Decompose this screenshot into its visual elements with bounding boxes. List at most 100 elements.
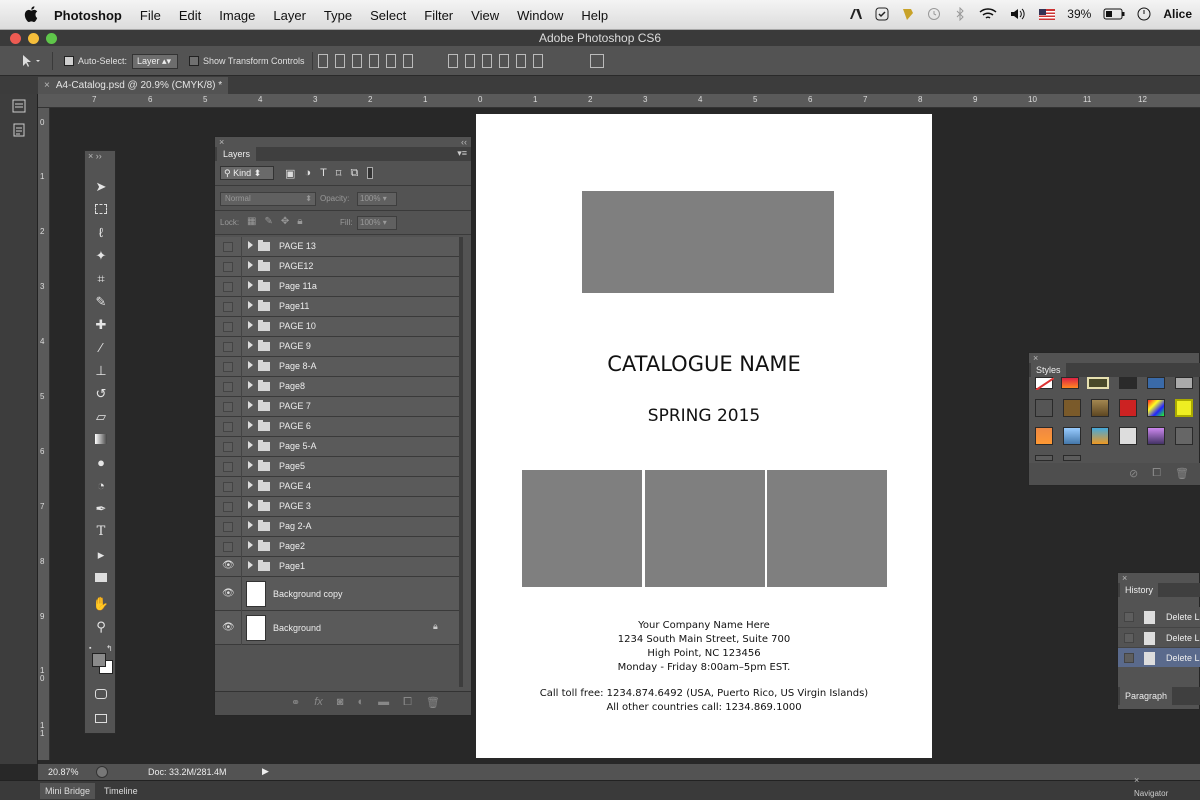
layers-close-icon[interactable]: ×	[219, 137, 224, 147]
distribute-hcenter-icon[interactable]	[516, 54, 526, 68]
layer-group-row[interactable]: Page2	[215, 537, 459, 557]
hand-tool-icon[interactable]: ✋	[92, 596, 110, 612]
menu-type[interactable]: Type	[324, 8, 352, 23]
delete-layer-icon[interactable]: 🗑︎	[426, 696, 440, 709]
opacity-input[interactable]: 100% ▾	[357, 192, 397, 206]
style-swatch[interactable]	[1063, 455, 1081, 461]
document-tab[interactable]: × A4-Catalog.psd @ 20.9% (CMYK/8) *	[38, 77, 228, 94]
minimize-window-button[interactable]	[28, 33, 39, 44]
expand-arrow-icon[interactable]	[248, 321, 253, 329]
menu-select[interactable]: Select	[370, 8, 406, 23]
mini-bridge-tab[interactable]: Mini Bridge	[40, 783, 96, 799]
properties-dock-icon[interactable]	[12, 123, 26, 137]
auto-select-checkbox[interactable]	[64, 56, 74, 66]
menu-photoshop[interactable]: Photoshop	[54, 8, 122, 23]
visibility-toggle[interactable]	[223, 282, 233, 292]
navigator-close-icon[interactable]: ×	[1134, 775, 1139, 785]
distribute-bottom-icon[interactable]	[482, 54, 492, 68]
layer-group-row[interactable]: Page 5-A	[215, 437, 459, 457]
style-swatch[interactable]	[1175, 399, 1193, 417]
eye-icon[interactable]: 👁︎	[222, 588, 235, 599]
layers-tab[interactable]: Layers	[217, 147, 257, 161]
distribute-top-icon[interactable]	[448, 54, 458, 68]
align-right-icon[interactable]	[403, 54, 413, 68]
style-swatch[interactable]	[1087, 377, 1109, 389]
pen-tool-icon[interactable]: ✒	[92, 501, 110, 517]
layer-group-row[interactable]: PAGE 6	[215, 417, 459, 437]
styles-close-icon[interactable]: ×	[1033, 353, 1038, 363]
type-tool-icon[interactable]: T	[92, 524, 110, 540]
layer-group-row[interactable]: PAGE 3	[215, 497, 459, 517]
add-mask-icon[interactable]: ◙	[337, 696, 344, 709]
eye-icon[interactable]: 👁︎	[222, 560, 235, 571]
expand-arrow-icon[interactable]	[248, 261, 253, 269]
style-swatch[interactable]	[1119, 399, 1137, 417]
layer-group-row[interactable]: Page5	[215, 457, 459, 477]
battery-icon[interactable]	[1103, 7, 1125, 21]
user-name[interactable]: Alice	[1163, 7, 1192, 21]
visibility-toggle[interactable]	[223, 322, 233, 332]
style-swatch[interactable]	[1061, 377, 1079, 389]
bluetooth-icon[interactable]	[953, 7, 967, 21]
color-swatches[interactable]: ▪ ↰	[89, 644, 113, 674]
blur-tool-icon[interactable]: ●	[92, 455, 110, 471]
visibility-toggle[interactable]	[223, 362, 233, 372]
menu-window[interactable]: Window	[517, 8, 563, 23]
visibility-toggle[interactable]	[223, 542, 233, 552]
layer-group-row[interactable]: 👁︎ Page1	[215, 557, 459, 577]
distribute-left-icon[interactable]	[499, 54, 509, 68]
style-swatch[interactable]	[1175, 427, 1193, 445]
document-canvas[interactable]: CATALOGUE NAME SPRING 2015 Your Company …	[476, 114, 932, 758]
history-item[interactable]: Delete L	[1118, 607, 1200, 627]
layer-group-row[interactable]: PAGE 4	[215, 477, 459, 497]
layer-group-row[interactable]: Page 8-A	[215, 357, 459, 377]
quick-mask-icon[interactable]	[92, 687, 110, 703]
default-colors-icon[interactable]: ▪	[89, 645, 91, 652]
expand-arrow-icon[interactable]	[248, 361, 253, 369]
rectangle-tool-icon[interactable]	[92, 570, 110, 586]
distribute-right-icon[interactable]	[533, 54, 543, 68]
expand-arrow-icon[interactable]	[248, 401, 253, 409]
menu-help[interactable]: Help	[581, 8, 608, 23]
close-tab-icon[interactable]: ×	[44, 80, 50, 91]
filter-shape-icon[interactable]: ⌑	[336, 167, 342, 180]
foreground-color-swatch[interactable]	[92, 653, 106, 667]
menu-image[interactable]: Image	[219, 8, 255, 23]
visibility-toggle[interactable]	[223, 262, 233, 272]
layer-group-row[interactable]: PAGE 10	[215, 317, 459, 337]
align-hcenter-icon[interactable]	[386, 54, 396, 68]
style-swatch[interactable]	[1119, 377, 1137, 389]
visibility-toggle[interactable]	[223, 382, 233, 392]
align-vcenter-icon[interactable]	[335, 54, 345, 68]
move-tool-preset-icon[interactable]	[20, 54, 42, 68]
zoom-level[interactable]: 20.87%	[48, 767, 79, 777]
filter-pixel-icon[interactable]: ▣	[285, 167, 295, 180]
menu-file[interactable]: File	[140, 8, 161, 23]
layers-menu-icon[interactable]: ▾≡	[457, 148, 467, 159]
lock-transparent-icon[interactable]: ▦	[247, 216, 256, 227]
expand-arrow-icon[interactable]	[248, 461, 253, 469]
align-left-icon[interactable]	[369, 54, 379, 68]
expand-arrow-icon[interactable]	[248, 481, 253, 489]
layer-group-row[interactable]: PAGE 7	[215, 397, 459, 417]
navigator-tab[interactable]: Navigator	[1134, 789, 1168, 798]
filter-kind-dropdown[interactable]: ⚲ Kind ⬍	[220, 166, 274, 180]
visibility-toggle[interactable]	[223, 442, 233, 452]
menu-layer[interactable]: Layer	[273, 8, 306, 23]
eye-icon[interactable]: 👁︎	[222, 622, 235, 633]
distribute-vcenter-icon[interactable]	[465, 54, 475, 68]
blend-mode-dropdown[interactable]: Normal ⬍	[220, 192, 316, 206]
eyedropper-tool-icon[interactable]: ✎	[92, 294, 110, 310]
dodge-tool-icon[interactable]: ◔	[92, 478, 110, 494]
transform-controls-checkbox[interactable]	[189, 56, 199, 66]
status-menu-arrow-icon[interactable]: ▶	[262, 766, 269, 777]
menu-edit[interactable]: Edit	[179, 8, 201, 23]
us-flag-icon[interactable]	[1039, 8, 1056, 20]
style-swatch[interactable]	[1063, 399, 1081, 417]
lock-all-icon[interactable]: 🔒︎	[297, 216, 302, 227]
auto-select-dropdown[interactable]: Layer ▴▾	[132, 54, 178, 69]
filter-type-icon[interactable]: T	[320, 167, 327, 180]
visibility-toggle[interactable]	[223, 462, 233, 472]
align-bottom-icon[interactable]	[352, 54, 362, 68]
layer-group-row[interactable]: Page8	[215, 377, 459, 397]
